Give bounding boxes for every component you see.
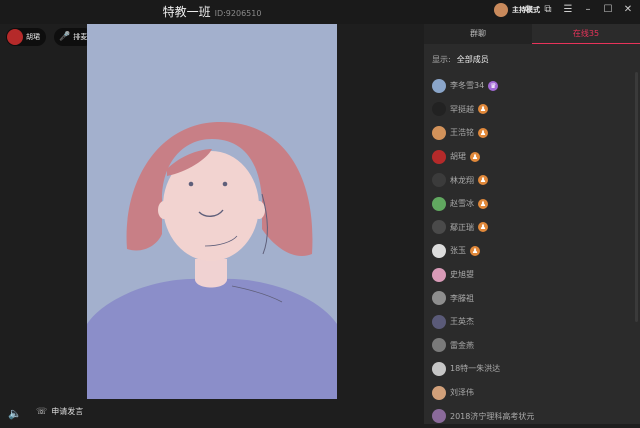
member-row[interactable]: 罕挺越 ♟: [432, 98, 628, 122]
member-row[interactable]: 2018济宁理科高考状元: [432, 404, 628, 428]
host-avatar: [494, 3, 508, 17]
room-id: ID:9206510: [214, 9, 262, 18]
member-name: 李冬雪34: [450, 81, 485, 91]
member-name: 2018济宁理科高考状元: [450, 411, 535, 421]
member-avatar: [432, 102, 446, 117]
window-controls: ⚙ ⧉ ☰ – ☐ ✕: [522, 4, 634, 16]
tab-group-chat[interactable]: 群聊: [424, 24, 532, 44]
member-row[interactable]: 李滕祖: [432, 286, 628, 310]
member-row[interactable]: 王英杰: [432, 310, 628, 334]
student-badge-icon: ♟: [478, 127, 488, 138]
mic-queue-label: 排麦: [73, 33, 88, 41]
member-list-scrollbar[interactable]: [635, 72, 638, 322]
filter-label: 显示:: [432, 55, 451, 64]
member-name: 雷金燕: [450, 340, 474, 350]
member-name: 史旭曌: [450, 270, 474, 280]
member-avatar: [432, 149, 446, 164]
student-badge-icon: ♟: [470, 245, 480, 256]
stage-area: 胡珺 🎤 排麦 🔈 ☏ 申请发言: [0, 24, 424, 424]
close-icon[interactable]: ✕: [622, 4, 634, 16]
student-badge-icon: ♟: [478, 222, 488, 233]
phone-icon: ☏: [36, 406, 48, 417]
member-name: 赵雪冰: [450, 199, 474, 209]
member-avatar: [432, 291, 446, 306]
settings-icon[interactable]: ⚙: [522, 4, 534, 16]
teacher-avatar: [7, 29, 23, 45]
minimize-icon[interactable]: –: [582, 4, 594, 16]
popout-icon[interactable]: ⧉: [542, 4, 554, 16]
member-name: 18特一朱洪达: [450, 364, 501, 374]
member-row[interactable]: 史旭曌: [432, 263, 628, 287]
tab-online[interactable]: 在线35: [532, 24, 640, 44]
member-avatar: [432, 409, 446, 424]
student-badge-icon: ♟: [470, 151, 480, 162]
member-row[interactable]: 赵雪冰 ♟: [432, 192, 628, 216]
member-name: 李滕祖: [450, 293, 474, 303]
filter-value: 全部成员: [456, 55, 489, 64]
menu-icon[interactable]: ☰: [562, 4, 574, 16]
member-list: 李冬雪34 ♛ 罕挺越 ♟ 王浩铭 ♟ 胡珺 ♟ 林龙翔 ♟ 赵雪冰 ♟ 鄢正瑞 ♟ 张玉 ♟ 史旭曌李滕祖王英…: [432, 74, 628, 428]
member-name: 王浩铭: [450, 128, 474, 138]
panel-tabs: 群聊 在线35: [424, 24, 640, 44]
speaker-icon[interactable]: 🔈: [8, 407, 22, 420]
video-feed: [87, 24, 337, 399]
member-row[interactable]: 张玉 ♟: [432, 239, 628, 263]
member-avatar: [432, 196, 446, 211]
member-avatar: [432, 267, 446, 282]
member-row[interactable]: 雷金燕: [432, 334, 628, 358]
member-name: 王英杰: [450, 317, 474, 327]
member-avatar: [432, 78, 446, 93]
video-placeholder-illustration: [87, 24, 337, 399]
member-filter[interactable]: 显示: 全部成员: [432, 54, 489, 65]
teacher-name: 胡珺: [26, 33, 40, 41]
bottom-toolbar: 🔈 ☏ 申请发言: [0, 402, 424, 424]
student-badge-icon: ♟: [478, 198, 488, 209]
member-avatar: [432, 125, 446, 140]
member-avatar: [432, 385, 446, 400]
member-name: 林龙翔: [450, 175, 474, 185]
class-title: 特教一班: [162, 5, 211, 19]
member-name: 刘泽伟: [450, 388, 474, 398]
member-name: 胡珺: [450, 152, 466, 162]
member-row[interactable]: 李冬雪34 ♛: [432, 74, 628, 98]
member-name: 张玉: [450, 246, 466, 256]
member-avatar: [432, 173, 446, 188]
student-badge-icon: ♟: [478, 175, 488, 186]
member-avatar: [432, 243, 446, 258]
member-row[interactable]: 林龙翔 ♟: [432, 168, 628, 192]
member-row[interactable]: 18特一朱洪达: [432, 357, 628, 381]
maximize-icon[interactable]: ☐: [602, 4, 614, 16]
member-name: 罕挺越: [450, 104, 474, 114]
host-badge-icon: ♛: [488, 80, 499, 91]
member-row[interactable]: 刘泽伟: [432, 381, 628, 405]
student-badge-icon: ♟: [478, 104, 488, 115]
member-name: 鄢正瑞: [450, 222, 474, 232]
teacher-chip[interactable]: 胡珺: [6, 28, 46, 46]
member-avatar: [432, 338, 446, 353]
member-row[interactable]: 鄢正瑞 ♟: [432, 216, 628, 240]
member-avatar: [432, 314, 446, 329]
window-title: 特教一班 ID:9206510: [0, 3, 424, 20]
title-bar: 特教一班 ID:9206510 主持模式 ⚙ ⧉ ☰ – ☐ ✕: [0, 0, 640, 24]
mic-icon: 🎤: [59, 32, 71, 42]
member-row[interactable]: 胡珺 ♟: [432, 145, 628, 169]
member-panel: 群聊 在线35 显示: 全部成员 李冬雪34 ♛ 罕挺越 ♟ 王浩铭 ♟ 胡珺 ♟ 林龙翔 ♟ 赵雪冰…: [424, 24, 640, 424]
apply-speak-label: 申请发言: [51, 407, 84, 416]
member-avatar: [432, 220, 446, 235]
member-avatar: [432, 361, 446, 376]
apply-speak-button[interactable]: ☏ 申请发言: [36, 406, 83, 417]
member-row[interactable]: 王浩铭 ♟: [432, 121, 628, 145]
